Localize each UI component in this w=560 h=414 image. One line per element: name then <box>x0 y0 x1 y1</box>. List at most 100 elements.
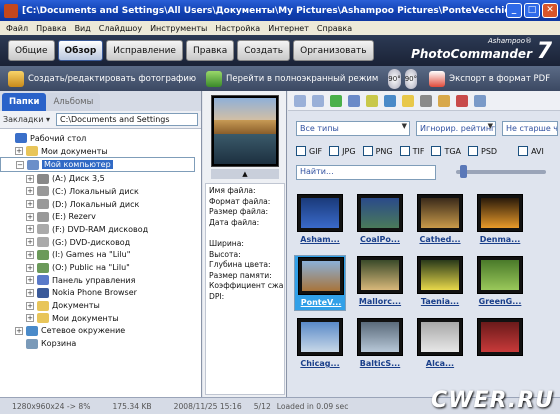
age-filter-select[interactable]: Не старше чем <box>502 121 558 136</box>
expand-toggle-icon[interactable]: + <box>26 238 34 247</box>
thumbnail-caption[interactable]: PonteV... <box>295 298 345 307</box>
tab-create[interactable]: Создать <box>237 40 291 61</box>
forward-icon[interactable] <box>312 94 324 107</box>
rotate-left-button[interactable]: 90° <box>388 68 401 89</box>
menu-tools[interactable]: Инструменты <box>150 24 207 33</box>
checkbox-box[interactable] <box>329 146 340 156</box>
refresh-icon[interactable] <box>384 94 396 107</box>
checkbox-box[interactable] <box>362 146 373 156</box>
tree-item[interactable]: + Панель управления <box>0 274 201 287</box>
expand-toggle-icon[interactable]: + <box>26 225 34 234</box>
tab-edit[interactable]: Правка <box>185 40 235 61</box>
tree-item[interactable]: + (E:) Rezerv <box>0 210 201 223</box>
expand-toggle-icon[interactable]: + <box>26 263 34 272</box>
checkbox-box[interactable] <box>518 146 529 156</box>
thumbnail-caption[interactable]: Denma... <box>474 235 526 244</box>
format-checkbox[interactable]: TGA <box>431 146 461 156</box>
search-input[interactable]: Найти... <box>296 164 436 180</box>
expand-toggle-icon[interactable]: + <box>26 250 34 259</box>
search-icon[interactable] <box>402 94 414 107</box>
thumbnail-caption[interactable]: Asham... <box>294 235 346 244</box>
thumbnail-size-slider[interactable] <box>456 165 546 178</box>
thumbnail-caption[interactable]: GreenG... <box>474 297 526 306</box>
tree-item[interactable]: + (I:) Games на "Lilu" <box>0 249 201 262</box>
back-icon[interactable] <box>294 94 306 107</box>
format-checkbox[interactable]: AVI <box>518 146 544 156</box>
type-filter-select[interactable]: Все типы ▼ <box>296 121 410 136</box>
tree-item[interactable]: Корзина <box>0 337 201 350</box>
tab-fix[interactable]: Исправление <box>106 40 183 61</box>
folder-icon[interactable] <box>438 94 450 107</box>
bookmarks-dropdown[interactable]: Закладки ▾ <box>3 115 50 124</box>
expand-toggle-icon[interactable]: + <box>26 187 34 196</box>
rotate-right-button[interactable]: 90° <box>404 68 418 89</box>
expand-toggle-icon[interactable]: + <box>15 147 23 156</box>
tree-item[interactable]: + Сетевое окружение <box>0 325 201 338</box>
format-checkbox[interactable]: JPG <box>329 146 356 156</box>
menu-view[interactable]: Вид <box>75 24 91 33</box>
tab-browse[interactable]: Обзор <box>57 40 104 61</box>
expand-toggle-icon[interactable]: + <box>26 212 34 221</box>
format-checkbox[interactable]: PNG <box>362 146 393 156</box>
create-edit-button[interactable]: Создать/редактировать фотографию <box>8 70 196 87</box>
rating-filter-select[interactable]: Игнорир. рейтинг ▼ <box>416 121 496 136</box>
expand-toggle-icon[interactable]: + <box>26 174 34 183</box>
expand-toggle-icon[interactable]: + <box>26 200 34 209</box>
expand-toggle-icon[interactable]: + <box>15 326 23 335</box>
tree-item[interactable]: + Мои документы <box>0 312 201 325</box>
delete-icon[interactable] <box>456 94 468 107</box>
format-checkbox[interactable]: TIF <box>399 146 424 156</box>
copy-icon[interactable] <box>420 94 432 107</box>
tree-item[interactable]: + (O:) Public на "Lilu" <box>0 261 201 274</box>
format-checkbox[interactable]: PSD <box>468 146 497 156</box>
expand-toggle-icon[interactable]: + <box>26 288 34 297</box>
thumbnail-caption[interactable]: Taenia... <box>414 297 466 306</box>
menu-help[interactable]: Справка <box>317 24 352 33</box>
format-checkbox[interactable]: GIF <box>296 146 322 156</box>
thumbnail[interactable] <box>474 317 526 373</box>
thumbnail-caption[interactable]: Cathed... <box>414 235 466 244</box>
menu-internet[interactable]: Интернет <box>268 24 309 33</box>
export-pdf-button[interactable]: Экспорт в формат PDF <box>429 70 550 87</box>
thumbnail-caption[interactable]: Mallorc... <box>354 297 406 306</box>
path-field[interactable]: C:\Documents and Settings <box>56 113 198 126</box>
tree-item[interactable]: + (G:) DVD-дисковод <box>0 236 201 249</box>
thumbnail[interactable]: Alca... <box>414 317 466 373</box>
maximize-button[interactable]: □ <box>524 3 540 18</box>
select-icon[interactable] <box>366 94 378 107</box>
properties-icon[interactable] <box>474 94 486 107</box>
menu-slideshow[interactable]: Слайдшоу <box>99 24 142 33</box>
menu-edit[interactable]: Правка <box>36 24 66 33</box>
tree-item[interactable]: + Документы <box>0 299 201 312</box>
menu-settings[interactable]: Настройка <box>215 24 260 33</box>
view-icon[interactable] <box>348 94 360 107</box>
expand-toggle-icon[interactable]: − <box>16 160 24 169</box>
menu-file[interactable]: Файл <box>6 24 28 33</box>
tab-albums[interactable]: Альбомы <box>46 93 101 111</box>
tree-item[interactable]: − Мой компьютер <box>0 157 195 173</box>
tree-item[interactable]: + (A:) Диск 3,5 <box>0 172 201 185</box>
checkbox-box[interactable] <box>399 146 410 156</box>
tab-general[interactable]: Общие <box>8 40 55 61</box>
checkbox-box[interactable] <box>468 146 478 156</box>
expand-toggle-icon[interactable]: + <box>26 301 34 310</box>
close-button[interactable]: ✕ <box>542 3 558 18</box>
thumbnail[interactable]: PonteV... <box>294 255 346 311</box>
checkbox-box[interactable] <box>296 146 306 156</box>
tree-item[interactable]: + (F:) DVD-RAM дисковод <box>0 223 201 236</box>
thumbnail[interactable]: BalticS... <box>354 317 406 373</box>
tree-item[interactable]: + Nokia Phone Browser <box>0 287 201 300</box>
tree-item[interactable]: + Мои документы <box>0 145 201 158</box>
expand-toggle-icon[interactable]: + <box>26 314 34 323</box>
fullscreen-button[interactable]: Перейти в полноэкранный режим <box>206 70 378 87</box>
tab-folders[interactable]: Папки <box>2 93 47 111</box>
thumbnail[interactable]: Denma... <box>474 193 526 249</box>
slider-handle[interactable] <box>460 165 467 178</box>
thumbnail[interactable]: Chicag... <box>294 317 346 373</box>
thumbnail[interactable]: Taenia... <box>414 255 466 311</box>
minimize-button[interactable]: _ <box>506 3 522 18</box>
thumbnail[interactable]: Mallorc... <box>354 255 406 311</box>
thumbnail-caption[interactable]: BalticS... <box>354 359 406 368</box>
thumbnail[interactable]: Asham... <box>294 193 346 249</box>
tree-item[interactable]: + (D:) Локальный диск <box>0 198 201 211</box>
